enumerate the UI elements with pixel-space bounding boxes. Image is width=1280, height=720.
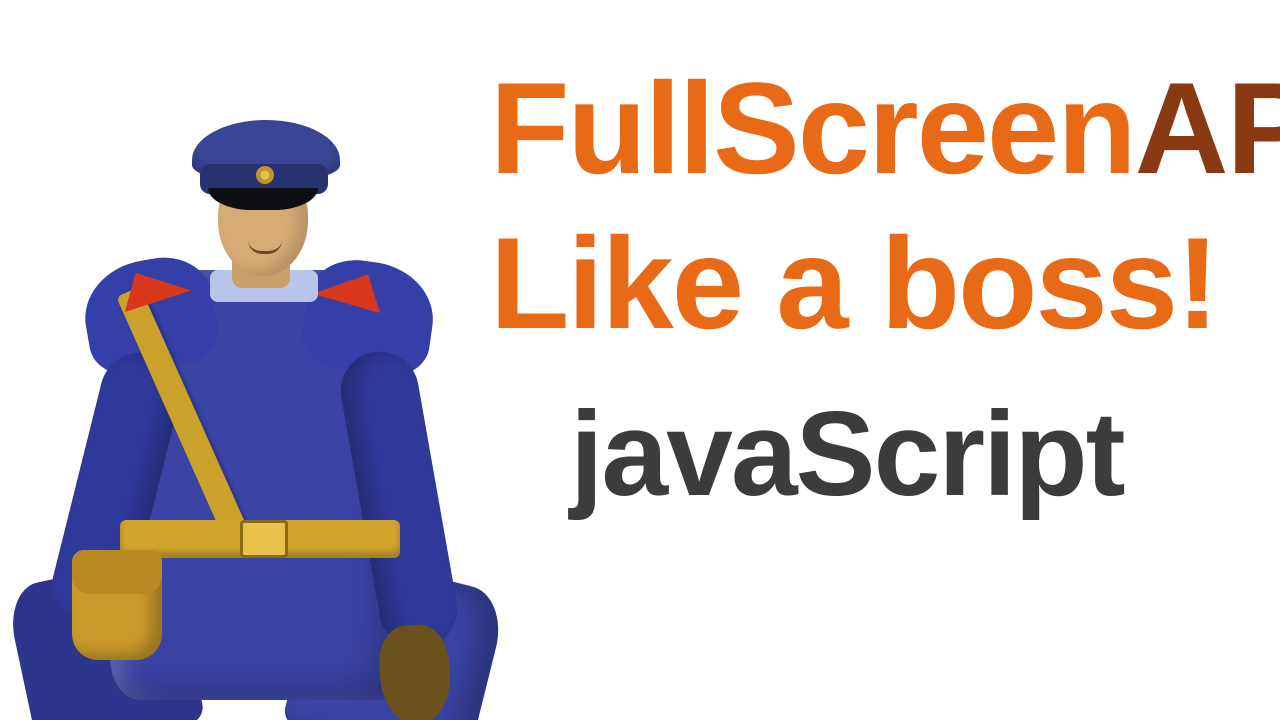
title-line-1: FullScreenAPI (490, 60, 1270, 197)
pouch (72, 550, 162, 660)
belt-buckle (240, 520, 288, 558)
title-fullscreen: FullScreen (490, 55, 1135, 201)
thumbnail-stage: FullScreenAPI Like a boss! javaScript (0, 0, 1280, 720)
title-line-2: Like a boss! (490, 215, 1270, 352)
title-block: FullScreenAPI Like a boss! javaScript (490, 60, 1270, 517)
uniformed-officer-illustration (0, 70, 490, 720)
title-line-3: javaScript (570, 391, 1270, 517)
title-api: API (1135, 55, 1280, 201)
hat-cockade (256, 166, 274, 184)
